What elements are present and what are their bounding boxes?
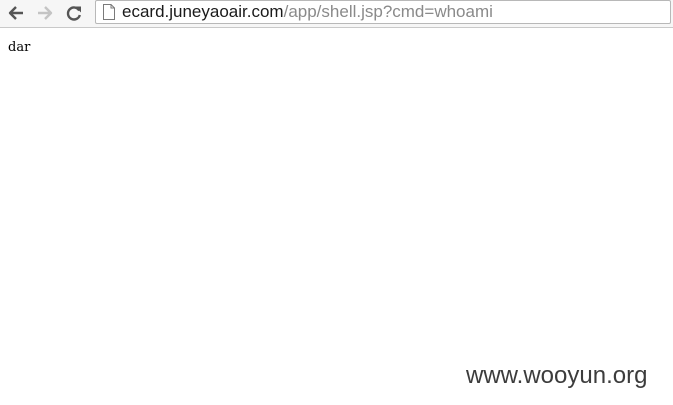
watermark: www.wooyun.org xyxy=(466,362,648,389)
reload-button[interactable] xyxy=(63,2,85,24)
command-output: dar xyxy=(8,40,31,55)
address-bar[interactable]: ecard.juneyaoair.com/app/shell.jsp?cmd=w… xyxy=(95,0,671,24)
url-host: ecard.juneyaoair.com xyxy=(122,2,284,21)
address-url[interactable]: ecard.juneyaoair.com/app/shell.jsp?cmd=w… xyxy=(122,2,493,22)
document-icon xyxy=(103,4,115,20)
browser-toolbar: ecard.juneyaoair.com/app/shell.jsp?cmd=w… xyxy=(0,0,673,28)
back-button[interactable] xyxy=(5,2,27,24)
reload-icon xyxy=(66,6,81,21)
forward-button[interactable] xyxy=(34,2,56,24)
arrow-right-icon xyxy=(38,6,53,20)
url-path: /app/shell.jsp?cmd=whoami xyxy=(283,2,493,21)
arrow-left-icon xyxy=(8,6,23,20)
